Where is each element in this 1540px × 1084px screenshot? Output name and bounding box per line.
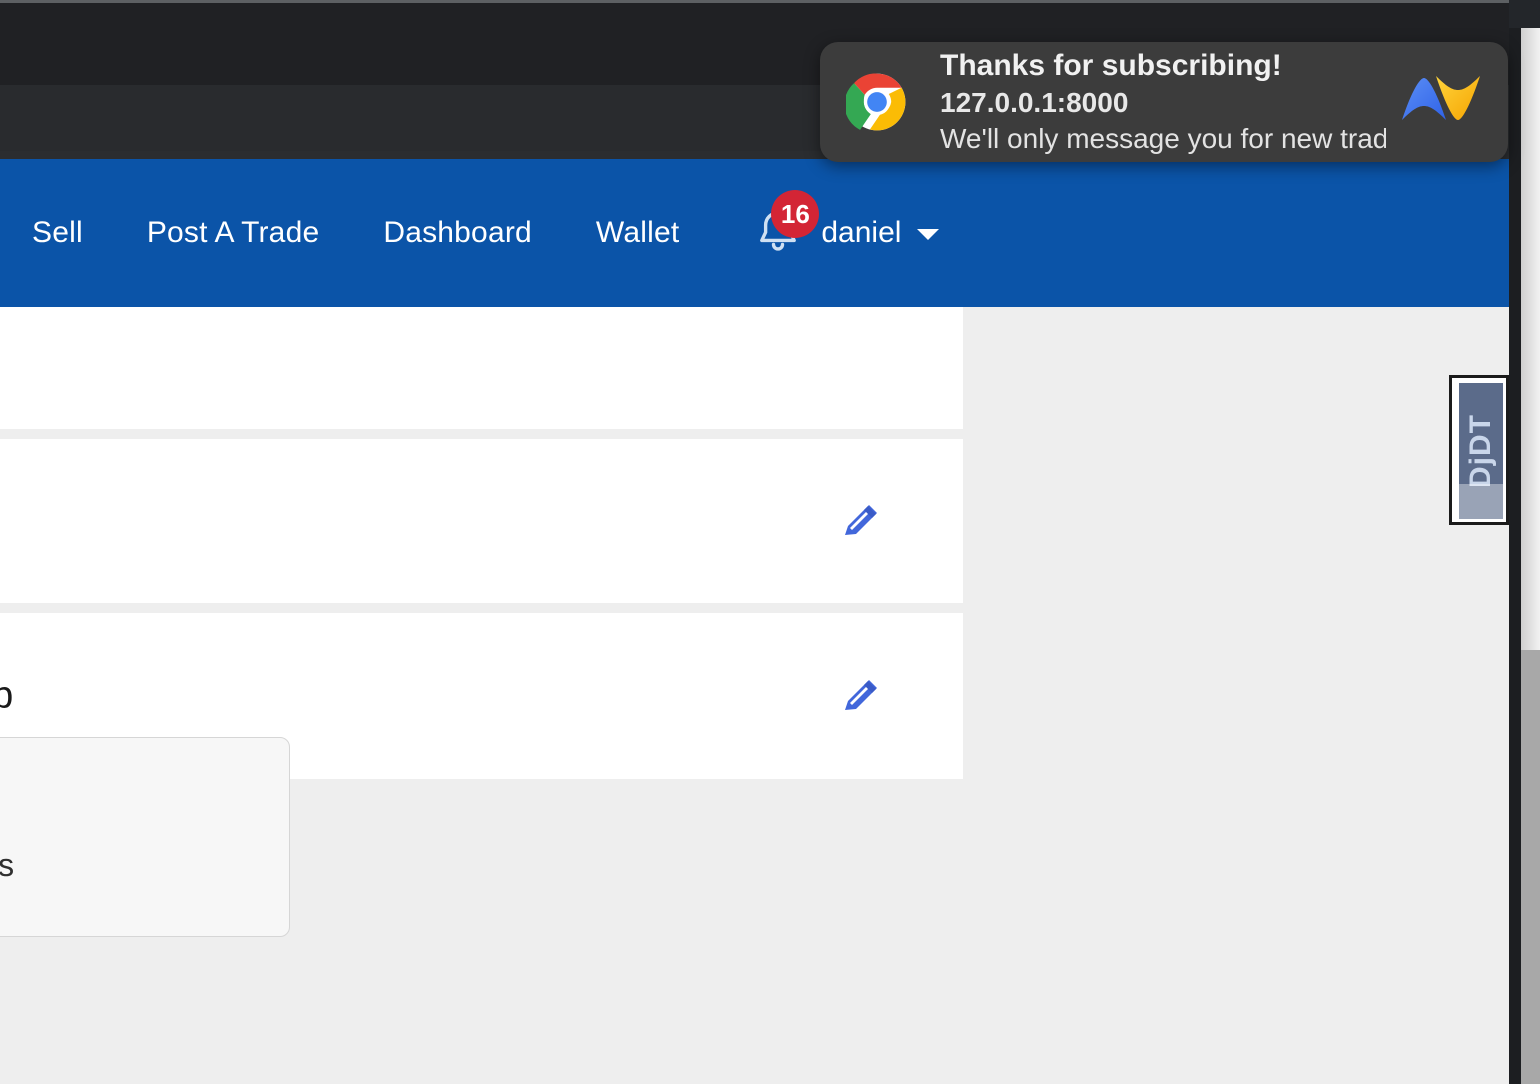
info-box-line-1: owser. xyxy=(0,772,259,809)
notifications-button[interactable]: 16 xyxy=(751,190,820,260)
browser-window: 10 www xyxy=(0,0,1509,1084)
chrome-notification-toast[interactable]: Thanks for subscribing! 127.0.0.1:8000 W… xyxy=(820,42,1508,162)
toast-title: Thanks for subscribing! xyxy=(940,49,1282,83)
window-corner xyxy=(1509,0,1540,28)
navbar-links: Sell Post A Trade Dashboard Wallet 16 da… xyxy=(0,159,940,307)
django-debug-toolbar-handle[interactable]: DjDT xyxy=(1449,375,1509,525)
nav-link-post-a-trade[interactable]: Post A Trade xyxy=(115,216,352,250)
toast-origin: 127.0.0.1:8000 xyxy=(940,86,1129,118)
info-box-line-2: y blocked notifications xyxy=(0,847,15,883)
notification-info-box: owser. y blocked notifications xyxy=(0,737,290,937)
listing-card[interactable] xyxy=(0,439,963,603)
listing-card[interactable] xyxy=(0,307,963,429)
toast-body: Thanks for subscribing! 127.0.0.1:8000 W… xyxy=(940,48,1386,156)
chrome-icon xyxy=(846,73,906,131)
toast-message: We'll only message you for new trade eve… xyxy=(940,123,1386,155)
site-logo-icon xyxy=(1402,76,1480,120)
screen: 10 www xyxy=(0,0,1540,1084)
pencil-icon[interactable] xyxy=(839,499,883,543)
page-viewport: Sell Post A Trade Dashboard Wallet 16 da… xyxy=(0,159,1509,1084)
djdt-handle-inner: DjDT xyxy=(1459,383,1503,519)
djdt-label: DjDT xyxy=(1464,414,1497,488)
main-content-column: CoinSwap r browser owser. y blocked noti… xyxy=(0,307,963,1084)
nav-link-sell[interactable]: Sell xyxy=(0,216,115,250)
listing-card-title: CoinSwap xyxy=(0,674,14,717)
chevron-down-icon xyxy=(917,228,940,240)
nav-link-dashboard[interactable]: Dashboard xyxy=(351,216,564,250)
site-navbar: Sell Post A Trade Dashboard Wallet 16 da… xyxy=(0,159,1509,307)
user-menu[interactable]: daniel xyxy=(821,216,940,250)
notification-count-badge: 16 xyxy=(771,190,820,238)
user-menu-label: daniel xyxy=(821,216,902,249)
nav-link-wallet[interactable]: Wallet xyxy=(564,216,711,250)
page-scrollbar-thumb[interactable] xyxy=(1521,650,1540,1084)
pencil-icon[interactable] xyxy=(839,674,883,718)
